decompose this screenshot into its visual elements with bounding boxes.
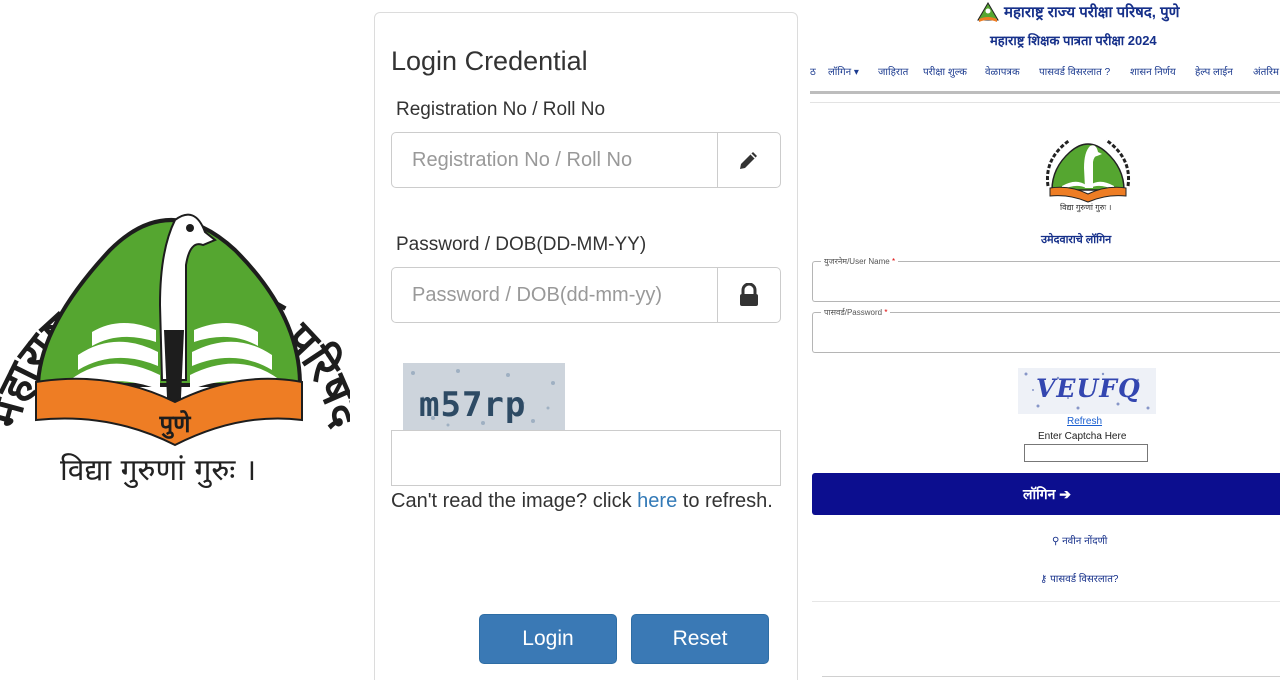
- login-panel: Login Credential Registration No / Roll …: [374, 12, 798, 680]
- pencil-icon: [717, 132, 781, 188]
- password-input[interactable]: Password / DOB(dd-mm-yy): [391, 267, 717, 323]
- nav-item-login[interactable]: लॉगिन ▾: [828, 64, 859, 78]
- nav-item-helpline[interactable]: हेल्प लाईन: [1195, 64, 1233, 78]
- nav-divider-light: [810, 102, 1280, 103]
- nav-divider: [810, 91, 1280, 94]
- nav-item-exam-fee[interactable]: परीक्षा शुल्क: [923, 64, 967, 78]
- portal-page: महाराष्ट्र राज्य परीक्षा परिषद, पुणे महा…: [808, 0, 1280, 680]
- portal-captcha-input[interactable]: [1024, 444, 1148, 462]
- captcha-input[interactable]: [391, 430, 781, 486]
- captcha-refresh-link[interactable]: here: [637, 490, 677, 512]
- portal-captcha-image: VEUFQ: [1018, 368, 1156, 414]
- registration-input-group: Registration No / Roll No: [391, 132, 781, 188]
- username-required-mark: *: [891, 257, 896, 266]
- captcha-text: m57rp: [419, 385, 527, 425]
- username-legend-text: युजरनेम/User Name: [824, 257, 890, 266]
- portal-bottom-divider: [822, 676, 1280, 677]
- password-required-mark: *: [884, 308, 888, 317]
- board-emblem-graphic: महाराष्ट्र राज्य परीक्षा परिषद पुणे: [0, 188, 372, 447]
- portal-header-logo-icon: [977, 2, 999, 22]
- captcha-prompt: Enter Captcha Here: [1038, 431, 1127, 442]
- portal-logo-motto: विद्या गुरुणां गुरुः ।: [1060, 203, 1112, 212]
- nav-item-schedule[interactable]: वेळापत्रक: [985, 64, 1020, 78]
- portal-login-button[interactable]: लॉगिन ➔: [812, 473, 1280, 515]
- portal-title: महाराष्ट्र राज्य परीक्षा परिषद, पुणे: [1004, 4, 1180, 21]
- board-logo-large: महाराष्ट्र राज्य परीक्षा परिषद पुणे: [0, 120, 372, 490]
- registration-input[interactable]: Registration No / Roll No: [391, 132, 717, 188]
- panel-title: Login Credential: [391, 46, 588, 76]
- reset-button[interactable]: Reset: [631, 614, 769, 664]
- captcha-refresh-note: Can't read the image? click here to refr…: [391, 485, 781, 517]
- portal-footer-divider: [812, 601, 1280, 602]
- nav-item-advertisement[interactable]: जाहिरात: [878, 64, 908, 78]
- nav-item-home[interactable]: ठ: [810, 64, 816, 78]
- logo-motto: विद्या गुरुणां गुरुः ।: [60, 453, 257, 488]
- lock-icon: [717, 267, 781, 323]
- username-legend: युजरनेम/User Name *: [821, 256, 899, 267]
- portal-nav: ठ लॉगिन ▾ जाहिरात परीक्षा शुल्क वेळापत्र…: [808, 64, 1280, 80]
- portal-captcha-refresh-link[interactable]: Refresh: [1067, 416, 1102, 427]
- nav-item-interim[interactable]: अंतरिम: [1253, 64, 1279, 78]
- composite-screenshot: महाराष्ट्र राज्य परीक्षा परिषद पुणे विद्…: [0, 0, 1280, 680]
- username-field[interactable]: युजरनेम/User Name *: [812, 256, 1280, 302]
- new-registration-link[interactable]: ⚲ नवीन नोंदणी: [1052, 533, 1107, 547]
- refresh-note-suffix: to refresh.: [677, 490, 773, 512]
- nav-item-gr[interactable]: शासन निर्णय: [1130, 64, 1176, 78]
- svg-text:पुणे: पुणे: [159, 409, 193, 439]
- password-field[interactable]: पासवर्ड/Password *: [812, 307, 1280, 353]
- nav-item-forgot-password[interactable]: पासवर्ड विसरलात ?: [1039, 64, 1110, 78]
- candidate-login-heading: उमेदवाराचे लॉगिन: [1041, 234, 1112, 246]
- portal-subtitle: महाराष्ट्र शिक्षक पात्रता परीक्षा 2024: [990, 33, 1157, 48]
- password-label: Password / DOB(DD-MM-YY): [396, 234, 647, 255]
- refresh-note-prefix: Can't read the image? click: [391, 490, 638, 512]
- registration-label: Registration No / Roll No: [396, 99, 606, 120]
- portal-captcha-text: VEUFQ: [1036, 374, 1141, 403]
- portal-header: महाराष्ट्र राज्य परीक्षा परिषद, पुणे महा…: [808, 0, 1280, 56]
- login-button[interactable]: Login: [479, 614, 617, 664]
- password-input-group: Password / DOB(dd-mm-yy): [391, 267, 781, 323]
- password-legend-text: पासवर्ड/Password: [824, 308, 883, 317]
- forgot-password-link[interactable]: ⚷ पासवर्ड विसरलात?: [1040, 571, 1118, 585]
- captcha-image: m57rp: [403, 363, 565, 431]
- password-legend: पासवर्ड/Password *: [821, 307, 891, 318]
- portal-logo: [1045, 138, 1131, 203]
